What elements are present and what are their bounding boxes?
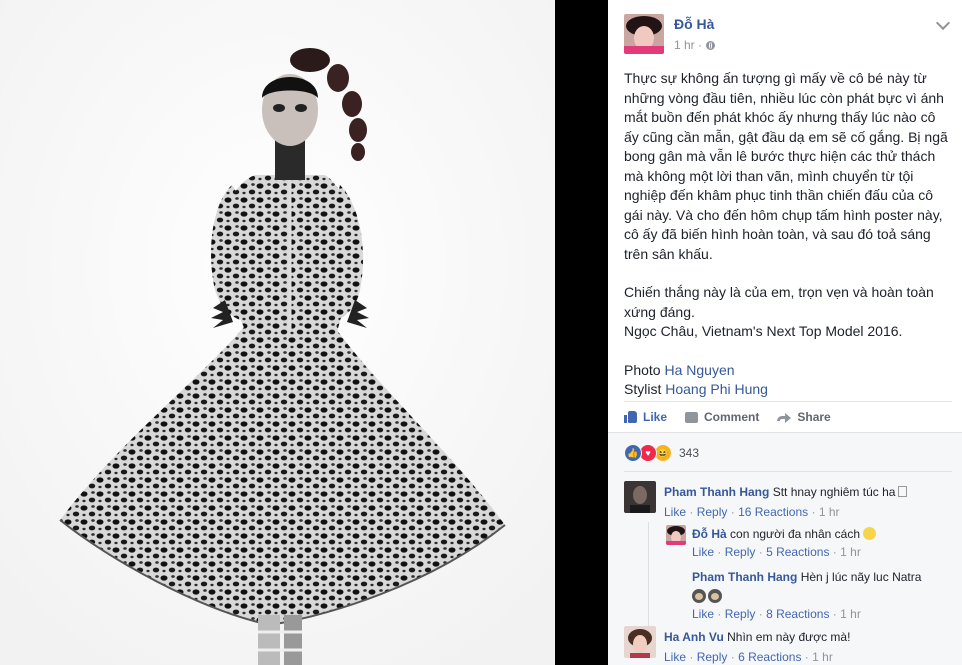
comment-label: Comment — [704, 410, 760, 424]
comment-like-link[interactable]: Like — [692, 545, 714, 559]
post-paragraph: Thực sự không ấn tượng gì mấy về cô bé n… — [624, 70, 948, 262]
post-actions: Like Comment Share — [624, 401, 952, 432]
monkey-icon — [692, 589, 706, 603]
post-meta: 1 hr · — [674, 38, 716, 52]
commenter-avatar[interactable] — [624, 481, 656, 513]
like-reaction-icon: 👍 — [624, 444, 642, 462]
stylist-credit-link[interactable]: Hoang Phi Hung — [665, 381, 768, 397]
comment-time[interactable]: 1 hr — [812, 650, 833, 664]
divider — [624, 471, 952, 472]
comment-like-link[interactable]: Like — [664, 650, 686, 664]
photo-viewer-backdrop — [555, 0, 608, 665]
reply-thread-line — [648, 522, 649, 630]
post-paragraph: Ngọc Châu, Vietnam's Next Top Model 2016… — [624, 323, 903, 339]
post-header: Đỗ Hà 1 hr · — [624, 14, 954, 54]
comment-text: Nhìn em này được mà! — [727, 630, 851, 644]
comment-reactions-link[interactable]: 16 Reactions — [738, 505, 808, 519]
comment-button[interactable]: Comment — [685, 410, 759, 424]
comment-text: Stt hnay nghiêm túc ha — [772, 485, 896, 499]
like-thumb-icon — [624, 411, 637, 423]
comment-like-link[interactable]: Like — [692, 607, 714, 621]
stylist-credit-line: Stylist Hoang Phi Hung — [624, 380, 954, 400]
comment-reply: Đỗ Hà con người đa nhân cách Like · Repl… — [692, 526, 954, 560]
like-button[interactable]: Like — [624, 410, 667, 424]
commenter-name[interactable]: Pham Thanh Hang — [692, 570, 797, 584]
comment-actions: Like · Reply · 6 Reactions · 1 hr — [664, 650, 833, 664]
comment: Ha Anh Vu Nhìn em này được mà! Like · Re… — [664, 629, 954, 665]
like-label: Like — [643, 410, 668, 424]
comment-actions: Like · Reply · 5 Reactions · 1 hr — [692, 545, 861, 559]
comment-reply: Pham Thanh Hang Hèn j lúc nãy luc Natra … — [692, 569, 954, 622]
comment-reply-link[interactable]: Reply — [725, 607, 756, 621]
photo-credit-link[interactable]: Ha Nguyen — [664, 362, 734, 378]
comment-reply-link[interactable]: Reply — [697, 505, 728, 519]
comment-reactions-link[interactable]: 5 Reactions — [766, 545, 829, 559]
comment-reactions-link[interactable]: 6 Reactions — [738, 650, 801, 664]
comment-reactions-link[interactable]: 8 Reactions — [766, 607, 829, 621]
comment-reply-link[interactable]: Reply — [725, 545, 756, 559]
comment-like-link[interactable]: Like — [664, 505, 686, 519]
monkey-icon — [708, 589, 722, 603]
share-button[interactable]: Share — [777, 410, 831, 424]
comment-bubble-icon — [685, 411, 699, 423]
comment: Pham Thanh Hang Stt hnay nghiêm túc ha L… — [664, 484, 954, 520]
reaction-summary[interactable]: 👍 ♥ 😆 343 — [624, 444, 699, 462]
commenter-name[interactable]: Ha Anh Vu — [664, 630, 724, 644]
comment-time[interactable]: 1 hr — [819, 505, 840, 519]
sad-face-icon — [863, 527, 877, 540]
comment-text: Hèn j lúc nãy luc Natra — [800, 570, 922, 584]
reactions-and-comments: 👍 ♥ 😆 343 Pham Thanh Hang Stt hnay nghiê… — [608, 432, 962, 665]
comment-text: con người đa nhân cách — [730, 527, 861, 541]
commenter-avatar[interactable] — [666, 525, 686, 545]
post-time[interactable]: 1 hr · — [674, 38, 702, 52]
commenter-name[interactable]: Đỗ Hà — [692, 527, 727, 541]
fashion-model-photo — [0, 0, 555, 665]
post-sidebar: Đỗ Hà 1 hr · Thực sự không ấn tượng gì m… — [608, 0, 962, 665]
comment-actions: Like · Reply · 16 Reactions · 1 hr — [664, 505, 840, 519]
comment-emoji-row — [692, 588, 954, 604]
comment-actions: Like · Reply · 8 Reactions · 1 hr — [692, 607, 861, 621]
globe-icon — [706, 40, 716, 50]
comment-time[interactable]: 1 hr — [840, 607, 861, 621]
author-avatar[interactable] — [624, 14, 664, 54]
commenter-name[interactable]: Pham Thanh Hang — [664, 485, 769, 499]
post-body: Thực sự không ấn tượng gì mấy về cô bé n… — [624, 69, 954, 400]
post-paragraph: Chiến thắng này là của em, trọn vẹn và h… — [624, 284, 934, 320]
photo-credit-line: Photo Ha Nguyen — [624, 361, 954, 381]
comment-reply-link[interactable]: Reply — [697, 650, 728, 664]
share-arrow-icon — [777, 412, 792, 423]
unsupported-glyph-icon — [898, 486, 908, 497]
post-photo[interactable] — [0, 0, 555, 665]
share-label: Share — [797, 410, 831, 424]
author-name[interactable]: Đỗ Hà — [674, 16, 714, 32]
photo-label: Photo — [624, 361, 661, 378]
reaction-count[interactable]: 343 — [679, 446, 699, 460]
comment-time[interactable]: 1 hr — [840, 545, 861, 559]
commenter-avatar[interactable] — [624, 626, 656, 658]
chevron-down-icon[interactable] — [935, 15, 951, 31]
stylist-label: Stylist — [624, 381, 662, 397]
